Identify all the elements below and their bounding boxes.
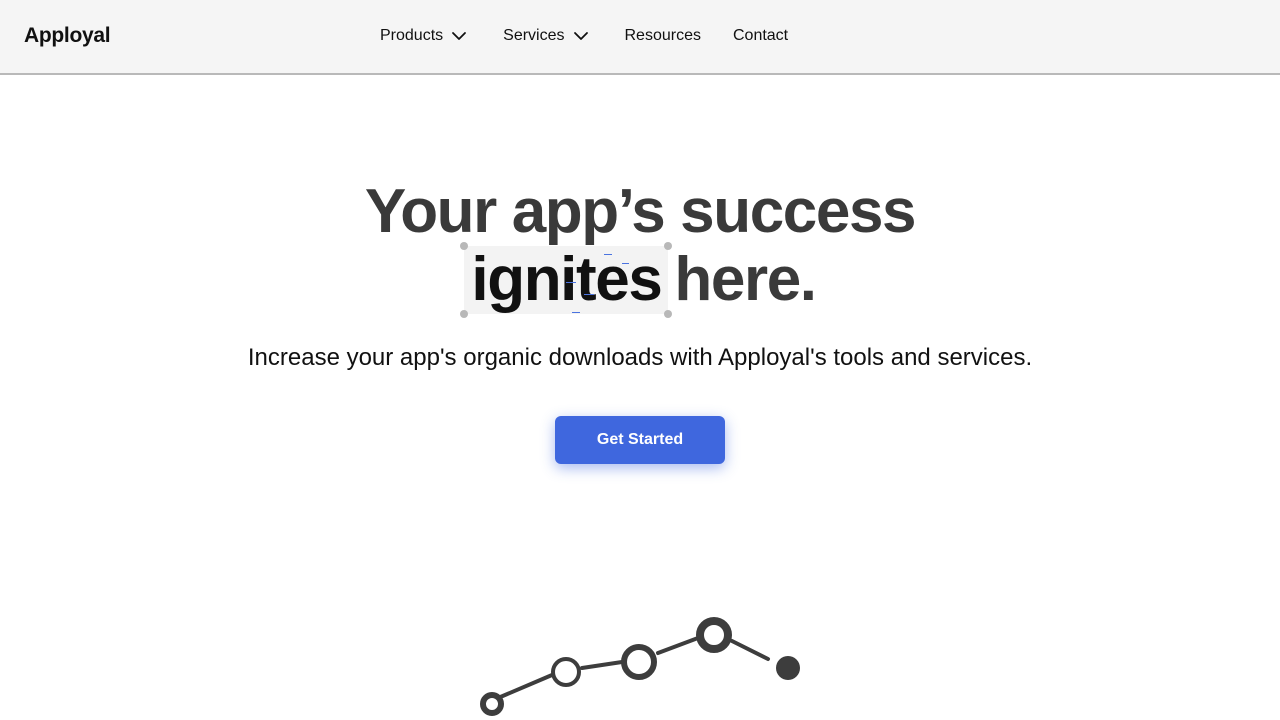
graphic-node — [621, 644, 657, 680]
hero-title-line2: ignites here. — [0, 242, 1280, 318]
nav-item-label: Products — [380, 27, 444, 44]
nav-item-resources[interactable]: Resources — [625, 27, 701, 45]
chevron-down-icon — [573, 32, 588, 40]
nav-item-label: Services — [503, 27, 565, 44]
main-nav: Products Services Resources Contact — [380, 24, 820, 48]
graphic-node — [776, 656, 800, 680]
nav-item-products[interactable]: Products — [380, 27, 467, 45]
resize-handle[interactable] — [664, 242, 673, 250]
hero-title-highlight: ignites — [471, 245, 662, 314]
graphic-segment — [730, 639, 770, 661]
graphic-segment — [580, 660, 624, 670]
selection-mark — [566, 282, 577, 283]
selection-mark — [584, 294, 595, 295]
hero-title: Your app’s success ignites here. — [0, 177, 1280, 318]
graphic-segment — [656, 636, 700, 655]
logo[interactable]: Apployal — [24, 24, 111, 48]
get-started-button[interactable]: Get Started — [555, 416, 725, 464]
top-navbar: Apployal Products Services Resources Con… — [0, 0, 1280, 75]
growth-line-graphic — [480, 617, 800, 716]
chevron-down-icon — [452, 32, 467, 40]
graphic-node — [696, 617, 732, 653]
hero-title-rest: here. — [674, 245, 817, 314]
nav-item-label: Resources — [624, 27, 701, 44]
graphic-node — [551, 657, 581, 687]
selected-word-box[interactable]: ignites — [460, 242, 673, 318]
selection-mark — [604, 254, 613, 255]
nav-item-services[interactable]: Services — [503, 27, 588, 45]
resize-handle[interactable] — [460, 310, 469, 318]
page: Apployal Products Services Resources Con… — [0, 0, 1280, 720]
selection-mark — [622, 263, 630, 264]
hero-subtitle: Increase your app's organic downloads wi… — [247, 344, 1033, 371]
resize-handle[interactable] — [460, 242, 469, 250]
graphic-segment — [496, 673, 554, 700]
resize-handle[interactable] — [664, 310, 673, 318]
nav-item-label: Contact — [732, 27, 789, 44]
selection-mark — [572, 312, 581, 313]
hero-title-line1: Your app’s success — [364, 177, 917, 246]
graphic-node — [480, 692, 504, 716]
nav-item-contact[interactable]: Contact — [733, 27, 788, 45]
